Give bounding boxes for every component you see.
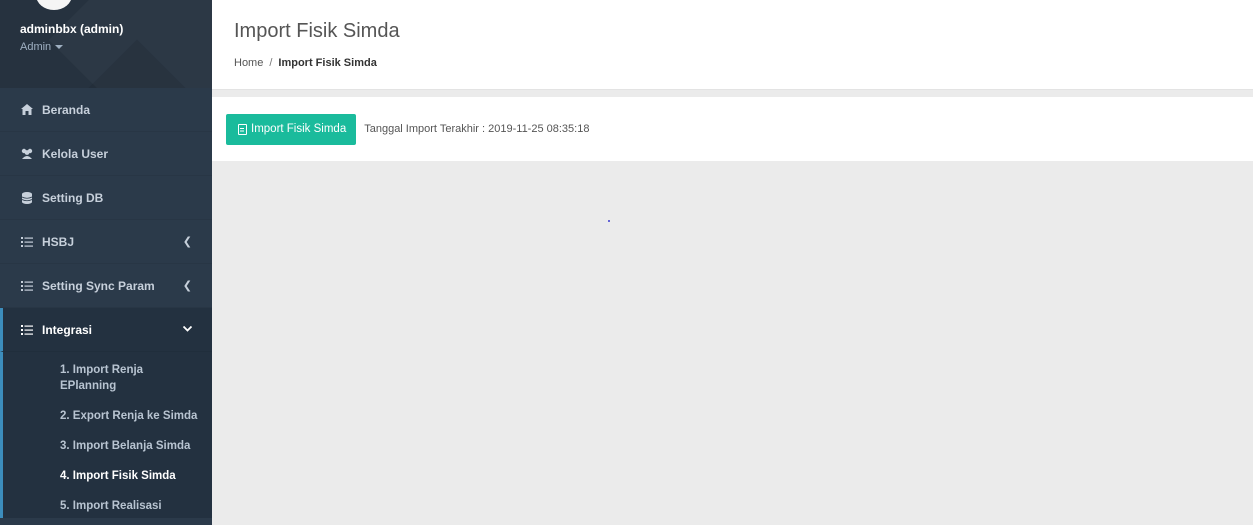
list-icon	[20, 324, 34, 335]
page-title: Import Fisik Simda	[234, 20, 400, 42]
user-profile: adminbbx (admin) Admin	[0, 0, 212, 88]
sidebar-item-label: Setting Sync Param	[42, 278, 155, 293]
loading-indicator	[608, 220, 610, 222]
sidebar-item-label: Beranda	[42, 102, 91, 117]
import-button-label: Import Fisik Simda	[251, 123, 347, 135]
caret-down-icon	[55, 45, 64, 49]
submenu-item-import-fisik[interactable]: 4. Import Fisik Simda	[3, 464, 212, 488]
sidebar-item-label: Setting DB	[42, 190, 104, 205]
content-area	[212, 161, 1253, 524]
breadcrumb-home-link[interactable]: Home	[234, 57, 263, 69]
chevron-left-icon: ❮	[182, 236, 192, 248]
breadcrumb: Home / Import Fisik Simda	[234, 57, 1231, 69]
home-icon	[20, 104, 34, 115]
breadcrumb-separator: /	[269, 57, 273, 69]
user-name: adminbbx (admin)	[20, 22, 124, 36]
file-import-icon	[238, 123, 247, 135]
submenu-item-import-belanja[interactable]: 3. Import Belanja Simda	[3, 434, 212, 458]
users-icon	[20, 148, 34, 159]
submenu-item-import-realisasi[interactable]: 5. Import Realisasi	[3, 494, 212, 518]
chevron-left-icon: ❮	[182, 280, 192, 292]
user-role-label: Admin	[20, 41, 52, 53]
submenu-item-import-renja[interactable]: 1. Import Renja EPlanning	[3, 358, 212, 398]
import-fisik-simda-button[interactable]: Import Fisik Simda	[226, 113, 357, 145]
sidebar-item-label: Integrasi	[42, 322, 93, 337]
submenu-integrasi: 1. Import Renja EPlanning 2. Export Renj…	[0, 352, 212, 518]
database-icon	[20, 191, 34, 204]
sidebar-item-label: HSBJ	[42, 234, 75, 249]
sidebar-item-beranda[interactable]: Beranda	[0, 88, 212, 132]
section-divider	[212, 90, 1253, 97]
list-icon	[20, 280, 34, 291]
user-role-dropdown[interactable]: Admin	[20, 41, 64, 53]
breadcrumb-current: Import Fisik Simda	[278, 57, 377, 69]
list-icon	[20, 236, 34, 247]
last-import-timestamp: Tanggal Import Terakhir : 2019-11-25 08:…	[364, 123, 590, 135]
main-content: Import Fisik Simda Home / Import Fisik S…	[212, 0, 1253, 525]
submenu-item-export-renja[interactable]: 2. Export Renja ke Simda	[3, 404, 212, 428]
sidebar: adminbbx (admin) Admin Beranda Kelola Us…	[0, 0, 212, 525]
avatar	[36, 0, 72, 10]
import-toolbar: Import Fisik Simda Tanggal Import Terakh…	[212, 97, 1253, 161]
sidebar-item-integrasi[interactable]: Integrasi	[0, 308, 212, 352]
sidebar-menu: Beranda Kelola User Setting DB HSBJ ❮ Se…	[0, 88, 212, 518]
chevron-down-icon	[182, 323, 193, 335]
app-window: adminbbx (admin) Admin Beranda Kelola Us…	[0, 0, 1253, 525]
page-header: Import Fisik Simda Home / Import Fisik S…	[212, 0, 1253, 90]
sidebar-item-setting-sync-param[interactable]: Setting Sync Param ❮	[0, 264, 212, 308]
sidebar-item-kelola-user[interactable]: Kelola User	[0, 132, 212, 176]
sidebar-item-hsbj[interactable]: HSBJ ❮	[0, 220, 212, 264]
sidebar-item-setting-db[interactable]: Setting DB	[0, 176, 212, 220]
sidebar-item-label: Kelola User	[42, 146, 109, 161]
